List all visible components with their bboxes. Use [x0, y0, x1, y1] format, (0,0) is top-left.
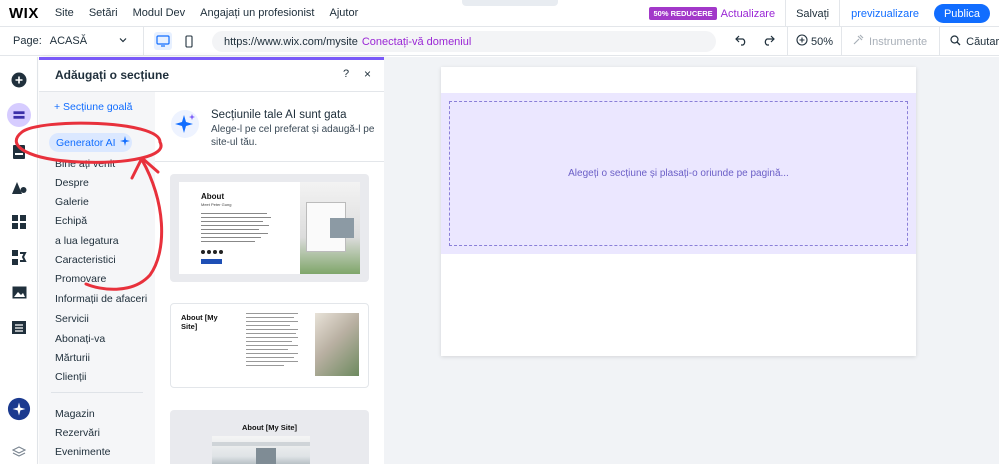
cms-icon[interactable]: [7, 315, 31, 339]
preview-cta: [201, 259, 222, 264]
ai-sparkle-icon: [170, 109, 200, 142]
chevron-down-icon[interactable]: [118, 35, 128, 47]
preview-title: About [My Site]: [181, 313, 218, 331]
category-contact[interactable]: a lua legatura: [55, 235, 119, 247]
panel-title: Adăugați o secțiune: [55, 68, 170, 82]
top-center-tab[interactable]: [462, 0, 558, 6]
tools-icon[interactable]: [852, 34, 864, 49]
preview-title: About [My Site]: [242, 423, 297, 432]
ai-banner-text: Alege-l pe cel preferat și adaugă-l pe s…: [211, 124, 375, 148]
panel-accent-line: [39, 57, 384, 60]
editor-canvas: Alegeți o secțiune și plasați-o oriunde …: [384, 57, 999, 464]
preview-building-image: [212, 436, 310, 464]
category-store[interactable]: Magazin: [55, 408, 95, 420]
category-testimonials[interactable]: Mărturii: [55, 352, 90, 364]
upgrade-link[interactable]: Actualizare: [721, 8, 775, 20]
page-selector[interactable]: ACASĂ: [50, 35, 106, 47]
search-icon[interactable]: [950, 34, 961, 49]
menu-help[interactable]: Ajutor: [330, 7, 359, 19]
category-welcome[interactable]: Bine ați venit: [55, 158, 115, 170]
help-icon[interactable]: ?: [343, 68, 349, 80]
empty-section-button[interactable]: + Secțiune goală: [54, 101, 133, 113]
ai-assistant-icon[interactable]: [7, 397, 31, 421]
drop-hint: Alegeți o secțiune și plasați-o oriunde …: [568, 168, 789, 179]
section-preview-2[interactable]: About [My Site]: [170, 303, 369, 388]
ai-banner-title: Secțiunile tale AI sunt gata: [211, 109, 347, 121]
editor-toolbar: Page: ACASĂ https://www.wix.com/mysite C…: [0, 26, 999, 56]
menu-site[interactable]: Site: [55, 7, 74, 19]
divider: [787, 27, 788, 56]
preview-architecture-image: [315, 313, 359, 376]
category-features[interactable]: Caracteristici: [55, 254, 116, 266]
media-icon[interactable]: [7, 280, 31, 304]
banner-divider: [155, 161, 384, 162]
zoom-icon[interactable]: [796, 34, 808, 49]
category-business-info[interactable]: Informații de afaceri: [55, 293, 147, 305]
apps-icon[interactable]: [7, 210, 31, 234]
save-button[interactable]: Salvați: [786, 8, 839, 20]
zoom-level[interactable]: 50%: [811, 36, 833, 48]
section-preview-1[interactable]: About Meet Peter Gung: [170, 174, 369, 282]
preview-button[interactable]: previzualizare: [840, 8, 930, 20]
wix-logo[interactable]: WIX: [9, 5, 39, 22]
sparkle-icon: [119, 136, 130, 149]
add-elements-icon[interactable]: [7, 68, 31, 92]
business-icon[interactable]: [7, 245, 31, 269]
redo-icon[interactable]: [762, 34, 775, 49]
category-events[interactable]: Evenimente: [55, 446, 110, 458]
left-tool-rail: [0, 57, 38, 464]
search-button[interactable]: Căutare: [966, 36, 999, 48]
category-team[interactable]: Echipă: [55, 215, 87, 227]
page-label: Page:: [13, 35, 42, 47]
add-section-icon[interactable]: [7, 103, 31, 127]
design-icon[interactable]: [7, 175, 31, 199]
tools-button[interactable]: Instrumente: [869, 36, 927, 48]
layers-icon[interactable]: [7, 440, 31, 464]
menu-dev-mode[interactable]: Modul Dev: [133, 7, 186, 19]
ai-generator-category[interactable]: Generator AI: [49, 133, 132, 152]
preview-social-icons: [201, 250, 223, 254]
menu-settings[interactable]: Setări: [89, 7, 118, 19]
preview-card: About Meet Peter Gung: [179, 182, 360, 274]
ai-generator-label: Generator AI: [56, 136, 116, 149]
section-preview-3[interactable]: About [My Site]: [170, 410, 369, 464]
divider: [939, 27, 941, 56]
top-bar: WIX Site Setări Modul Dev Angajați un pr…: [0, 0, 999, 27]
pages-icon[interactable]: [7, 140, 31, 164]
publish-button[interactable]: Publica: [934, 4, 990, 23]
undo-icon[interactable]: [735, 34, 748, 49]
drop-zone-border: Alegeți o secțiune și plasați-o oriunde …: [449, 101, 908, 246]
section-previews: Secțiunile tale AI sunt gata Alege-l pe …: [155, 92, 384, 464]
close-icon[interactable]: ×: [364, 67, 371, 81]
category-clients[interactable]: Clienții: [55, 371, 87, 383]
category-bookings[interactable]: Rezervări: [55, 427, 100, 439]
promo-badge: 50% REDUCERE: [649, 7, 717, 20]
preview-subtitle: Meet Peter Gung: [201, 202, 232, 207]
url-bar[interactable]: https://www.wix.com/mysite Conectați-vă …: [212, 31, 716, 52]
desktop-view-icon[interactable]: [153, 32, 172, 50]
preview-title: About: [201, 192, 225, 201]
category-promotion[interactable]: Promovare: [55, 273, 106, 285]
category-gallery[interactable]: Galerie: [55, 196, 89, 208]
menu-hire-pro[interactable]: Angajați un profesionist: [200, 7, 314, 19]
connect-domain-link[interactable]: Conectați-vă domeniul: [362, 36, 471, 48]
preview-building-image: [300, 182, 360, 274]
section-drop-zone[interactable]: Alegeți o secțiune și plasați-o oriunde …: [441, 93, 916, 254]
category-subscribe[interactable]: Abonați-va: [55, 333, 105, 345]
divider: [841, 27, 843, 56]
category-list: + Secțiune goală Generator AI Bine ați v…: [39, 92, 155, 464]
page-frame: Alegeți o secțiune și plasați-o oriunde …: [441, 67, 916, 356]
category-divider: [51, 392, 143, 393]
preview-text-lines: [201, 213, 271, 242]
category-services[interactable]: Servicii: [55, 313, 89, 325]
divider: [142, 26, 144, 56]
site-url: https://www.wix.com/mysite: [224, 35, 358, 48]
preview-text-lines: [246, 313, 298, 366]
add-section-panel: Adăugați o secțiune ? × + Secțiune goală…: [39, 57, 384, 464]
canvas-scrollbar[interactable]: [994, 57, 999, 464]
mobile-view-icon[interactable]: [180, 32, 198, 50]
category-about[interactable]: Despre: [55, 177, 89, 189]
